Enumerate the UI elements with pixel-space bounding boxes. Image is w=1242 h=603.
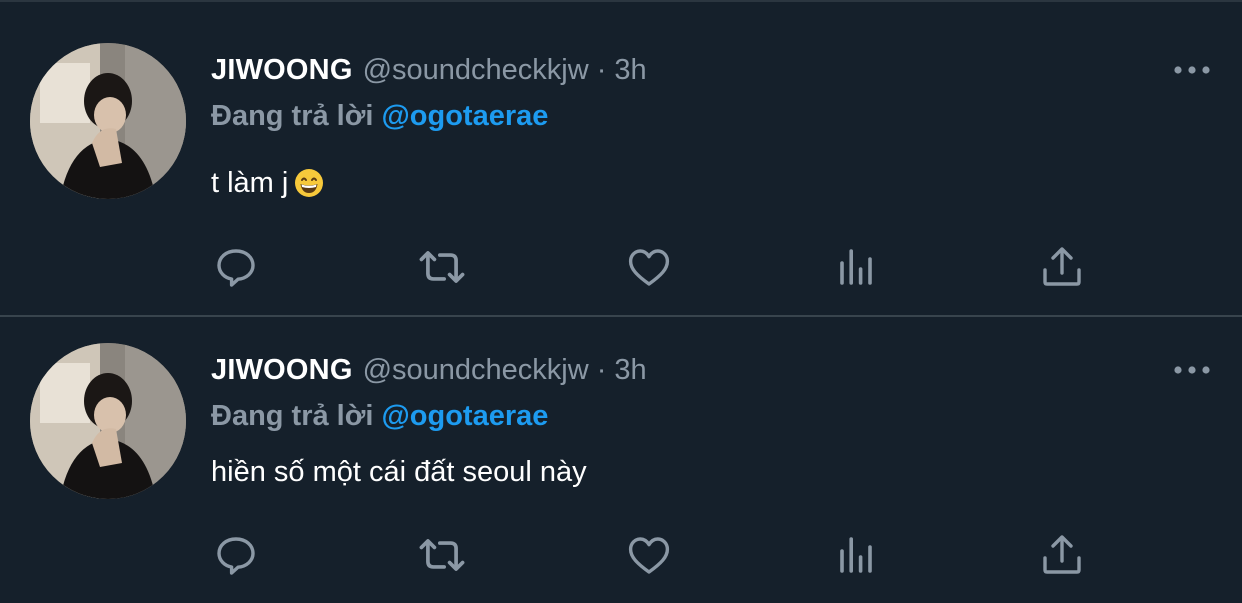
reply-prefix: Đang trả lời [211, 400, 374, 432]
grinning-face-emoji [294, 167, 324, 211]
tweet-actions [0, 527, 1242, 583]
tweet-text: hiền số một cái đất seoul này [211, 450, 587, 494]
more-icon[interactable] [1162, 50, 1222, 90]
like-icon[interactable] [621, 527, 677, 583]
avatar[interactable] [30, 343, 186, 499]
reply-context: Đang trả lời @ogotaerae [211, 396, 548, 436]
share-icon[interactable] [1034, 527, 1090, 583]
timestamp[interactable]: 3h [614, 54, 646, 86]
analytics-icon[interactable] [828, 527, 884, 583]
tweet-header: JIWOONG @soundcheckkjw · 3h [211, 350, 647, 390]
handle[interactable]: @soundcheckkjw [363, 354, 589, 386]
display-name[interactable]: JIWOONG [211, 354, 353, 386]
separator: · [596, 54, 607, 86]
share-icon[interactable] [1034, 239, 1090, 295]
tweet-text-content: t làm j [211, 167, 289, 199]
analytics-icon[interactable] [828, 239, 884, 295]
reply-context: Đang trả lời @ogotaerae [211, 96, 548, 136]
separator: · [596, 354, 607, 386]
like-icon[interactable] [621, 239, 677, 295]
avatar[interactable] [30, 43, 186, 199]
reply-prefix: Đang trả lời [211, 100, 374, 132]
timestamp[interactable]: 3h [614, 354, 646, 386]
retweet-icon[interactable] [414, 527, 470, 583]
more-icon[interactable] [1162, 350, 1222, 390]
reply-mention-link[interactable]: @ogotaerae [381, 100, 548, 132]
retweet-icon[interactable] [414, 239, 470, 295]
tweet-text: t làm j [211, 161, 324, 205]
tweet-actions [0, 239, 1242, 295]
tweet-text-content: hiền số một cái đất seoul này [211, 456, 587, 488]
reply-icon[interactable] [208, 527, 264, 583]
reply-mention-link[interactable]: @ogotaerae [381, 400, 548, 432]
tweet-header: JIWOONG @soundcheckkjw · 3h [211, 50, 647, 90]
reply-icon[interactable] [208, 239, 264, 295]
tweet[interactable]: JIWOONG @soundcheckkjw · 3h Đang trả lời @o… [0, 319, 1242, 603]
handle[interactable]: @soundcheckkjw [363, 54, 589, 86]
tweet[interactable]: JIWOONG @soundcheckkjw · 3h Đang trả lời @o… [0, 0, 1242, 317]
display-name[interactable]: JIWOONG [211, 54, 353, 86]
